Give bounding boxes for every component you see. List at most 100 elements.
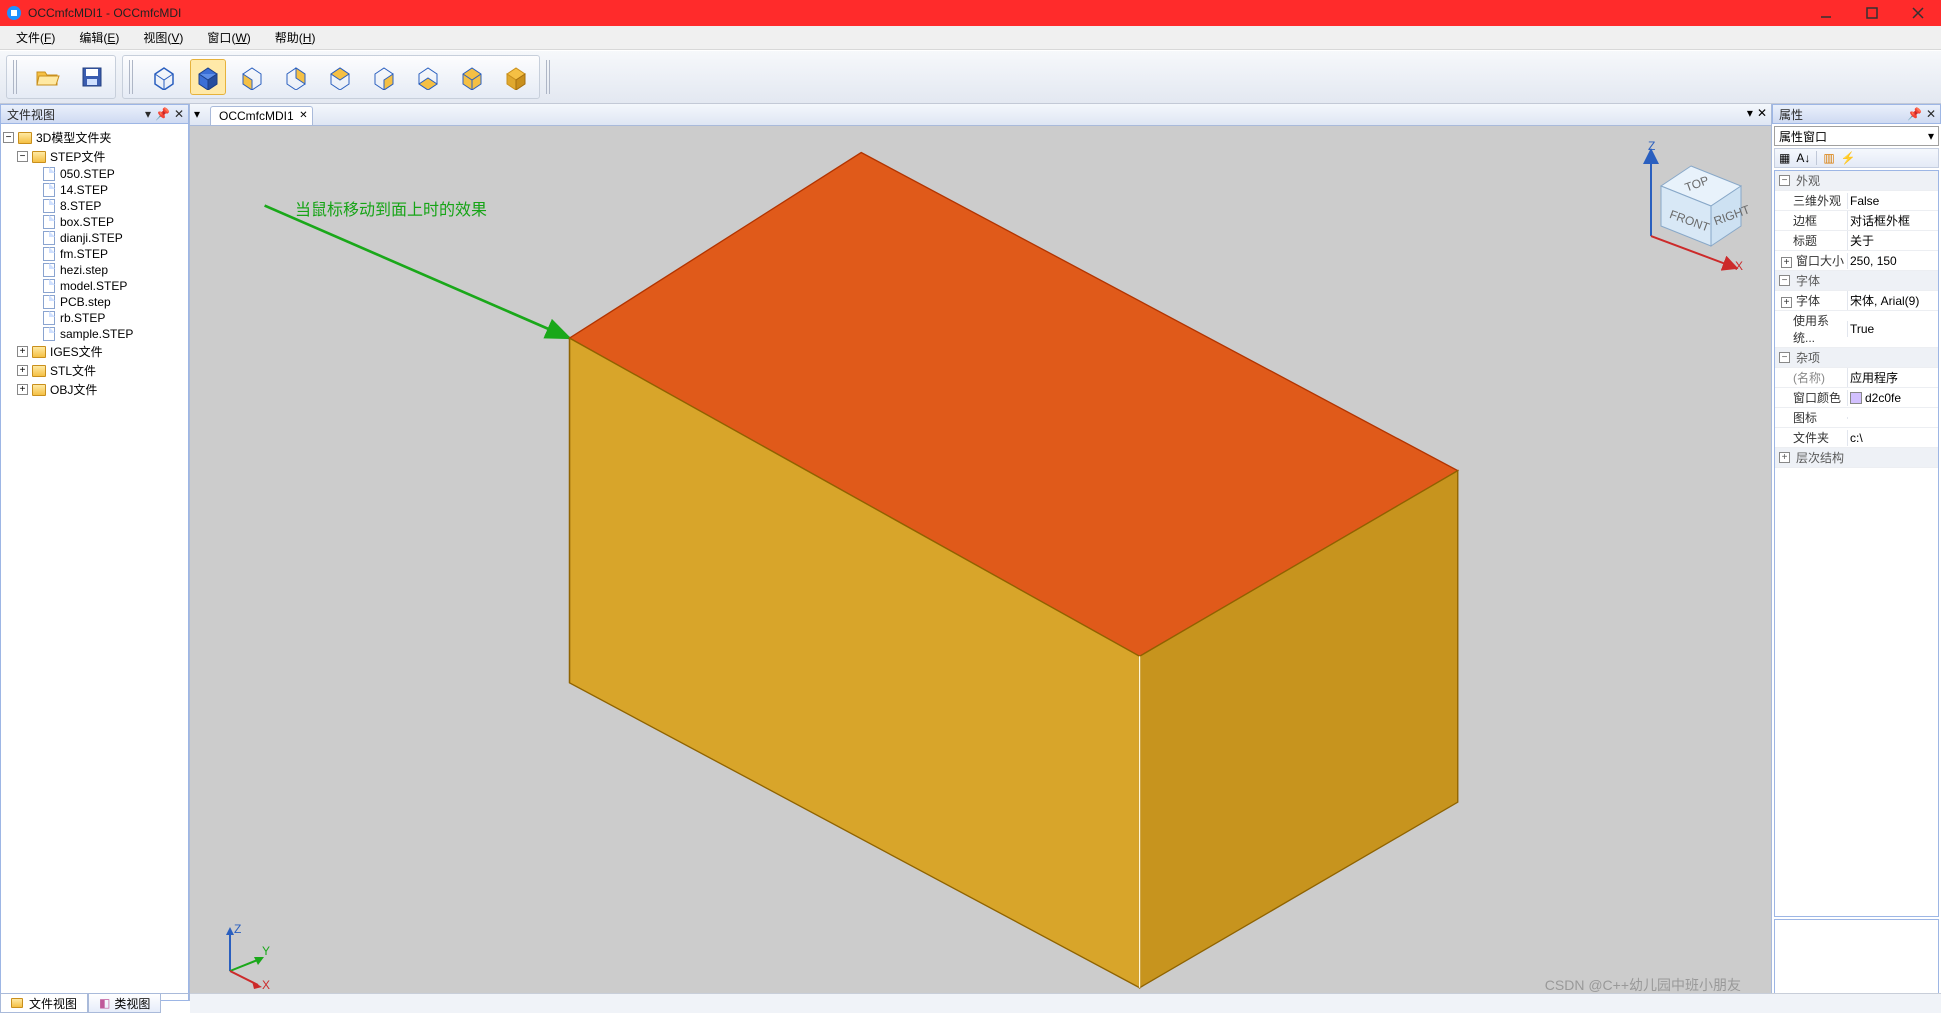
view-iso-button[interactable]: [499, 60, 533, 94]
svg-text:Z: Z: [234, 922, 241, 936]
properties-grid[interactable]: 外观 三维外观False 边框对话框外框 标题关于 窗口大小250, 150 字…: [1774, 170, 1939, 917]
prop-row[interactable]: 边框对话框外框: [1775, 211, 1938, 231]
maximize-button[interactable]: [1849, 0, 1895, 26]
prop-row[interactable]: 使用系统...True: [1775, 311, 1938, 348]
toolbar-view-group: [122, 55, 540, 99]
tree-file[interactable]: PCB.step: [3, 294, 186, 310]
title-bar: OCCmfcMDI1 - OCCmfcMDI: [0, 0, 1941, 26]
toolbar-file-group: [6, 55, 116, 99]
tree-file[interactable]: rb.STEP: [3, 310, 186, 326]
properties-selector[interactable]: 属性窗口 ▾: [1774, 126, 1939, 146]
prop-row[interactable]: 字体宋体, Arial(9): [1775, 291, 1938, 311]
document-tabs: ▾ OCCmfcMDI1 ✕ ▾ ✕: [190, 104, 1771, 126]
tree-file[interactable]: sample.STEP: [3, 326, 186, 342]
prop-row[interactable]: 三维外观False: [1775, 191, 1938, 211]
axis-triad: Z Y X: [210, 921, 280, 991]
events-icon[interactable]: ⚡: [1841, 151, 1856, 165]
tab-close-icon[interactable]: ✕: [299, 110, 307, 121]
properties-description: [1774, 919, 1939, 999]
tree-file[interactable]: 050.STEP: [3, 166, 186, 182]
tree-folder-obj[interactable]: OBJ文件: [3, 380, 186, 399]
file-view-title: 文件视图: [7, 106, 55, 123]
hover-annotation: 当鼠标移动到面上时的效果: [295, 196, 487, 220]
open-button[interactable]: [31, 60, 65, 94]
watermark: CSDN @C++幼儿园中班小朋友: [1545, 975, 1741, 995]
app-icon: [6, 5, 22, 21]
document-area: ▾ OCCmfcMDI1 ✕ ▾ ✕: [190, 104, 1771, 1001]
file-tree[interactable]: 3D模型文件夹 STEP文件 050.STEP14.STEP8.STEPbox.…: [0, 124, 189, 1001]
prop-category-hierarchy[interactable]: 层次结构: [1775, 448, 1938, 468]
tree-folder-stl[interactable]: STL文件: [3, 361, 186, 380]
view-wire-button[interactable]: [147, 60, 181, 94]
tree-file[interactable]: 8.STEP: [3, 198, 186, 214]
properties-selector-label: 属性窗口: [1779, 128, 1827, 145]
tree-file[interactable]: dianji.STEP: [3, 230, 186, 246]
view-shaded-button[interactable]: [191, 60, 225, 94]
prop-row[interactable]: 图标: [1775, 408, 1938, 428]
prop-row[interactable]: 标题关于: [1775, 231, 1938, 251]
prop-row[interactable]: 文件夹c:\: [1775, 428, 1938, 448]
prop-category-font[interactable]: 字体: [1775, 271, 1938, 291]
menu-window[interactable]: 窗口(W): [197, 27, 260, 48]
view-back-button[interactable]: [279, 60, 313, 94]
toolbar-grip[interactable]: [13, 60, 19, 94]
tabs-close-icon[interactable]: ✕: [1757, 106, 1767, 120]
document-tab-label: OCCmfcMDI1: [219, 109, 294, 123]
tree-file[interactable]: model.STEP: [3, 278, 186, 294]
pin-icon[interactable]: 📌: [155, 107, 170, 121]
document-tab[interactable]: OCCmfcMDI1 ✕: [210, 106, 313, 125]
window-title: OCCmfcMDI1 - OCCmfcMDI: [28, 6, 1803, 20]
menu-view[interactable]: 视图(V): [133, 27, 193, 48]
pin-icon[interactable]: 📌: [1907, 107, 1922, 121]
toolbar-grip[interactable]: [546, 60, 552, 94]
chevron-down-icon: ▾: [1928, 129, 1934, 143]
properties-icon[interactable]: ▥: [1823, 151, 1834, 165]
prop-row[interactable]: 窗口大小250, 150: [1775, 251, 1938, 271]
tree-root[interactable]: 3D模型文件夹: [3, 128, 186, 147]
toolbar: [0, 50, 1941, 104]
tab-dropdown-icon[interactable]: ▾: [194, 107, 200, 121]
tree-file[interactable]: fm.STEP: [3, 246, 186, 262]
categorized-icon[interactable]: ▦: [1779, 151, 1790, 165]
minimize-button[interactable]: [1803, 0, 1849, 26]
prop-category-appearance[interactable]: 外观: [1775, 171, 1938, 191]
properties-panel: 属性 📌 ✕ 属性窗口 ▾ ▦ A↓ ▥ ⚡ 外观 三维外观False 边框对话框…: [1771, 104, 1941, 1001]
alphabetical-icon[interactable]: A↓: [1796, 151, 1810, 165]
properties-toolbar: ▦ A↓ ▥ ⚡: [1774, 148, 1939, 168]
file-view-panel: 文件视图 ▾ 📌 ✕ 3D模型文件夹 STEP文件 050.STEP14.STE…: [0, 104, 190, 1001]
svg-text:Y: Y: [262, 944, 270, 958]
prop-row[interactable]: 窗口颜色d2c0fe: [1775, 388, 1938, 408]
close-icon[interactable]: ✕: [1926, 107, 1936, 121]
class-icon: ◧: [99, 996, 110, 1010]
menu-help[interactable]: 帮助(H): [265, 27, 326, 48]
menu-file[interactable]: 文件(F): [6, 27, 65, 48]
prop-category-misc[interactable]: 杂项: [1775, 348, 1938, 368]
tab-overflow-icon[interactable]: ▾: [1747, 106, 1753, 120]
properties-title: 属性: [1779, 106, 1803, 123]
tree-file[interactable]: hezi.step: [3, 262, 186, 278]
close-icon[interactable]: ✕: [174, 107, 184, 121]
3d-viewport[interactable]: 当鼠标移动到面上时的效果 Z X TOP FRONT RIGHT: [190, 126, 1771, 1001]
menu-edit[interactable]: 编辑(E): [69, 27, 129, 48]
view-left-button[interactable]: [323, 60, 357, 94]
tree-folder-step[interactable]: STEP文件: [3, 147, 186, 166]
tab-file-view[interactable]: 文件视图: [0, 994, 88, 1013]
tree-file[interactable]: 14.STEP: [3, 182, 186, 198]
save-button[interactable]: [75, 60, 109, 94]
view-cube[interactable]: Z X TOP FRONT RIGHT: [1621, 136, 1761, 276]
svg-text:X: X: [262, 978, 270, 991]
dropdown-icon[interactable]: ▾: [145, 107, 151, 121]
close-button[interactable]: [1895, 0, 1941, 26]
toolbar-grip[interactable]: [129, 60, 135, 94]
tree-folder-iges[interactable]: IGES文件: [3, 342, 186, 361]
tab-class-view[interactable]: ◧类视图: [88, 994, 161, 1013]
prop-row[interactable]: (名称)应用程序: [1775, 368, 1938, 388]
file-view-header[interactable]: 文件视图 ▾ 📌 ✕: [0, 104, 189, 124]
tree-file[interactable]: box.STEP: [3, 214, 186, 230]
view-top-button[interactable]: [411, 60, 445, 94]
view-bottom-button[interactable]: [455, 60, 489, 94]
properties-header[interactable]: 属性 📌 ✕: [1772, 104, 1941, 124]
axis-x-label: X: [1735, 259, 1743, 273]
view-front-button[interactable]: [235, 60, 269, 94]
view-right-button[interactable]: [367, 60, 401, 94]
